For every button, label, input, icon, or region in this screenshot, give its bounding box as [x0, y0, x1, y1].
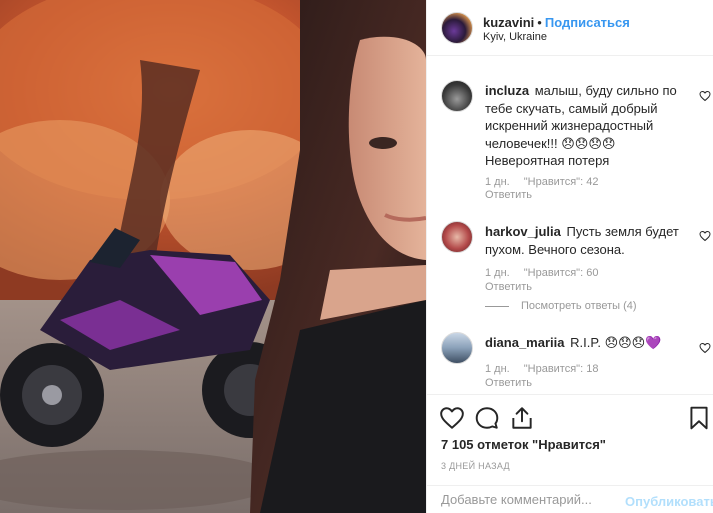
comment-reply-button[interactable]: Ответить: [485, 189, 532, 201]
comment-time[interactable]: 1 дн.: [485, 363, 510, 375]
author-avatar[interactable]: [441, 12, 473, 44]
post-header: kuzavini • Подписаться Kyiv, Ukraine: [427, 0, 713, 56]
share-icon[interactable]: [509, 405, 535, 431]
post-actions: 7 105 отметок "Нравится" 3 ДНЕЙ НАЗАД Оп…: [427, 394, 713, 513]
comment-likes[interactable]: "Нравится": 18: [524, 363, 599, 375]
post-location[interactable]: Kyiv, Ukraine: [483, 31, 547, 43]
post-photo[interactable]: [0, 0, 426, 513]
comment-like-heart-icon[interactable]: [699, 342, 711, 354]
comment-likes[interactable]: "Нравится": 42: [524, 176, 599, 188]
view-replies-button[interactable]: Посмотреть ответы (4): [485, 300, 637, 312]
comment-meta: 1 дн. "Нравится": 42: [485, 176, 612, 188]
publish-button[interactable]: Опубликовать: [625, 494, 713, 509]
bookmark-icon[interactable]: [686, 405, 712, 431]
comment-text-block: harkov_julia Пусть земля будет пухом. Ве…: [485, 223, 685, 258]
comment-text: R.I.P. 😞😞😞💜: [570, 335, 662, 350]
comment-like-heart-icon[interactable]: [699, 90, 711, 102]
comment-time[interactable]: 1 дн.: [485, 267, 510, 279]
comment-time[interactable]: 1 дн.: [485, 176, 510, 188]
author-line: kuzavini • Подписаться: [483, 15, 630, 30]
comment-meta: 1 дн. "Нравится": 60: [485, 267, 612, 279]
comment-input[interactable]: [441, 492, 621, 507]
comment-meta: 1 дн. "Нравится": 18: [485, 363, 612, 375]
view-replies-label[interactable]: Посмотреть ответы (4): [521, 300, 637, 312]
comment-username[interactable]: incluza: [485, 83, 529, 98]
comment-reply-button[interactable]: Ответить: [485, 281, 532, 293]
commenter-avatar[interactable]: [441, 221, 473, 253]
comment-bubble-icon[interactable]: [474, 405, 500, 431]
comments-list[interactable]: incluza малыш, буду сильно по тебе скуча…: [427, 56, 713, 394]
heart-icon[interactable]: [439, 405, 465, 431]
comment-username[interactable]: diana_mariia: [485, 335, 565, 350]
commenter-avatar[interactable]: [441, 80, 473, 112]
replies-divider-line: [485, 305, 509, 307]
comment-likes[interactable]: "Нравится": 60: [524, 267, 599, 279]
comment-reply-button[interactable]: Ответить: [485, 377, 532, 389]
author-username[interactable]: kuzavini: [483, 15, 534, 30]
comment-like-heart-icon[interactable]: [699, 230, 711, 242]
post-side-panel: kuzavini • Подписаться Kyiv, Ukraine inclu…: [426, 0, 713, 513]
add-comment-bar: Опубликовать: [427, 485, 713, 513]
follow-button[interactable]: Подписаться: [545, 15, 630, 30]
comment-text-block: incluza малыш, буду сильно по тебе скуча…: [485, 82, 685, 170]
likes-count[interactable]: 7 105 отметок "Нравится": [441, 437, 606, 452]
comment-text-block: diana_mariia R.I.P. 😞😞😞💜: [485, 334, 685, 352]
comment-username[interactable]: harkov_julia: [485, 224, 561, 239]
photo-illustration: [0, 0, 426, 513]
separator-dot: •: [537, 15, 542, 30]
commenter-avatar[interactable]: [441, 332, 473, 364]
post-date: 3 ДНЕЙ НАЗАД: [441, 461, 510, 471]
